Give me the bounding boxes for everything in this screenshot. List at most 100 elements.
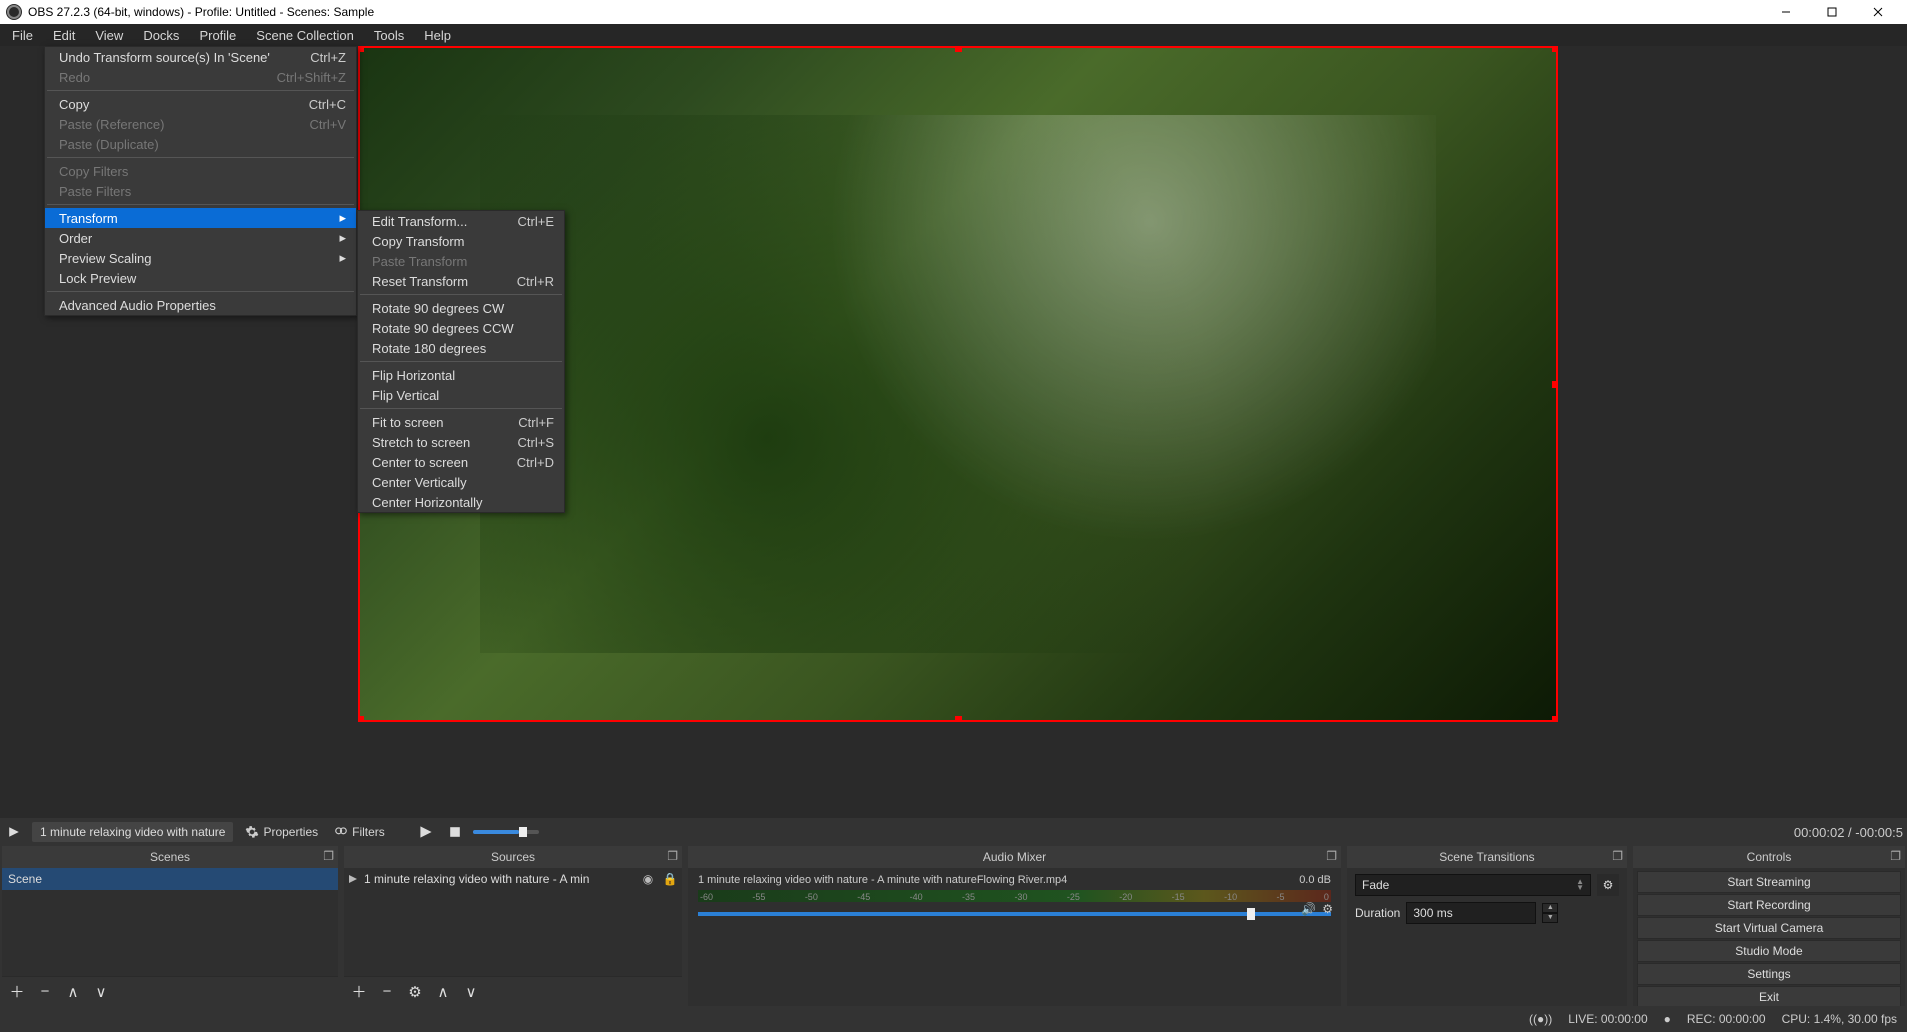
menu-help[interactable]: Help <box>414 24 461 46</box>
start-streaming-button[interactable]: Start Streaming <box>1637 871 1901 893</box>
menu-order[interactable]: Order▸ <box>45 228 356 248</box>
maximize-button[interactable] <box>1809 0 1855 24</box>
media-timecode: 00:00:02 / -00:00:5 <box>1794 825 1903 840</box>
window-title: OBS 27.2.3 (64-bit, windows) - Profile: … <box>28 5 374 19</box>
source-label: 1 minute relaxing video with nature - A … <box>364 872 634 886</box>
duration-label: Duration <box>1355 906 1400 920</box>
popout-icon[interactable]: ❐ <box>1612 849 1623 863</box>
menu-copy-filters: Copy Filters <box>45 161 356 181</box>
scene-row[interactable]: Scene <box>2 868 338 890</box>
speaker-icon[interactable]: 🔊 <box>1301 902 1316 916</box>
menu-stretch-to-screen[interactable]: Stretch to screenCtrl+S <box>358 432 564 452</box>
audio-mixer-dock: Audio Mixer ❐ 1 minute relaxing video wit… <box>688 846 1341 1006</box>
menu-transform[interactable]: Transform▸ <box>45 208 356 228</box>
menu-center-vertically[interactable]: Center Vertically <box>358 472 564 492</box>
properties-button[interactable]: Properties <box>241 825 322 839</box>
audio-meter: -60-55-50-45-40-35-30-25-20-15-10-50 <box>698 890 1331 902</box>
menu-edit[interactable]: Edit <box>43 24 85 46</box>
source-up-button[interactable]: ∧ <box>434 983 452 1001</box>
menu-scene-collection[interactable]: Scene Collection <box>246 24 364 46</box>
mixer-track-name: 1 minute relaxing video with nature - A … <box>698 874 1067 886</box>
menu-flip-vertical[interactable]: Flip Vertical <box>358 385 564 405</box>
menu-edit-transform[interactable]: Edit Transform...Ctrl+E <box>358 211 564 231</box>
transition-type-select[interactable]: Fade ▲▼ <box>1355 874 1591 896</box>
menu-file[interactable]: File <box>2 24 43 46</box>
visibility-toggle-icon[interactable]: ◉ <box>640 872 656 886</box>
popout-icon[interactable]: ❐ <box>667 849 678 863</box>
scene-up-button[interactable]: ∧ <box>64 983 82 1001</box>
menu-copy[interactable]: CopyCtrl+C <box>45 94 356 114</box>
menubar: File Edit View Docks Profile Scene Colle… <box>0 24 1907 46</box>
titlebar: OBS 27.2.3 (64-bit, windows) - Profile: … <box>0 0 1907 24</box>
media-play-icon[interactable] <box>415 825 437 839</box>
transition-settings-button[interactable]: ⚙ <box>1597 874 1619 896</box>
media-play-icon <box>348 874 358 884</box>
menu-advanced-audio[interactable]: Advanced Audio Properties <box>45 295 356 315</box>
remove-scene-button[interactable]: − <box>36 983 54 1000</box>
popout-icon[interactable]: ❐ <box>1890 849 1901 863</box>
menu-preview-scaling[interactable]: Preview Scaling▸ <box>45 248 356 268</box>
menu-docks[interactable]: Docks <box>133 24 189 46</box>
sources-title: Sources <box>491 850 535 864</box>
source-down-button[interactable]: ∨ <box>462 983 480 1001</box>
play-source-icon[interactable] <box>4 826 24 838</box>
menu-reset-transform[interactable]: Reset TransformCtrl+R <box>358 271 564 291</box>
mixer-db-value: 0.0 dB <box>1299 874 1331 886</box>
duration-spin-buttons[interactable]: ▲▼ <box>1542 903 1558 923</box>
media-stop-icon[interactable] <box>445 826 465 838</box>
controls-dock: Controls ❐ Start Streaming Start Recordin… <box>1633 846 1905 1006</box>
minimize-button[interactable] <box>1763 0 1809 24</box>
statusbar: ((●)) LIVE: 00:00:00 ● REC: 00:00:00 CPU… <box>0 1006 1907 1032</box>
source-settings-button[interactable]: ⚙ <box>406 983 424 1001</box>
exit-button[interactable]: Exit <box>1637 986 1901 1006</box>
lock-toggle-icon[interactable]: 🔒 <box>662 872 678 886</box>
transitions-title: Scene Transitions <box>1439 850 1534 864</box>
menu-rotate-180[interactable]: Rotate 180 degrees <box>358 338 564 358</box>
menu-fit-to-screen[interactable]: Fit to screenCtrl+F <box>358 412 564 432</box>
close-button[interactable] <box>1855 0 1901 24</box>
start-recording-button[interactable]: Start Recording <box>1637 894 1901 916</box>
volume-slider[interactable] <box>698 912 1331 916</box>
track-settings-icon[interactable]: ⚙ <box>1322 902 1333 916</box>
menu-tools[interactable]: Tools <box>364 24 414 46</box>
mixer-track: 1 minute relaxing video with nature - A … <box>688 868 1341 916</box>
popout-icon[interactable]: ❐ <box>1326 849 1337 863</box>
add-source-button[interactable]: ＋ <box>350 981 368 1002</box>
menu-view[interactable]: View <box>85 24 133 46</box>
selected-source-label: 1 minute relaxing video with nature <box>32 822 233 842</box>
remove-source-button[interactable]: − <box>378 983 396 1000</box>
mixer-title: Audio Mixer <box>983 850 1046 864</box>
sources-dock: Sources ❐ 1 minute relaxing video with na… <box>344 846 682 1006</box>
record-icon: ● <box>1664 1012 1671 1026</box>
media-position-slider[interactable] <box>473 830 539 834</box>
edit-menu-dropdown: Undo Transform source(s) In 'Scene'Ctrl+… <box>44 46 357 316</box>
popout-icon[interactable]: ❐ <box>323 849 334 863</box>
menu-rotate-90-cw[interactable]: Rotate 90 degrees CW <box>358 298 564 318</box>
menu-center-to-screen[interactable]: Center to screenCtrl+D <box>358 452 564 472</box>
transform-submenu: Edit Transform...Ctrl+E Copy Transform P… <box>357 210 565 513</box>
source-row[interactable]: 1 minute relaxing video with nature - A … <box>344 868 682 890</box>
menu-rotate-90-ccw[interactable]: Rotate 90 degrees CCW <box>358 318 564 338</box>
menu-flip-horizontal[interactable]: Flip Horizontal <box>358 365 564 385</box>
start-virtual-camera-button[interactable]: Start Virtual Camera <box>1637 917 1901 939</box>
studio-mode-button[interactable]: Studio Mode <box>1637 940 1901 962</box>
menu-copy-transform[interactable]: Copy Transform <box>358 231 564 251</box>
menu-paste-transform: Paste Transform <box>358 251 564 271</box>
status-cpu: CPU: 1.4%, 30.00 fps <box>1782 1012 1897 1026</box>
menu-lock-preview[interactable]: Lock Preview <box>45 268 356 288</box>
controls-title: Controls <box>1747 850 1792 864</box>
menu-profile[interactable]: Profile <box>189 24 246 46</box>
submenu-arrow-icon: ▸ <box>339 250 346 266</box>
filters-button[interactable]: Filters <box>330 825 389 839</box>
status-rec: REC: 00:00:00 <box>1687 1012 1766 1026</box>
duration-input[interactable]: 300 ms <box>1406 902 1536 924</box>
settings-button[interactable]: Settings <box>1637 963 1901 985</box>
scenes-title: Scenes <box>150 850 190 864</box>
menu-paste-filters: Paste Filters <box>45 181 356 201</box>
add-scene-button[interactable]: ＋ <box>8 981 26 1002</box>
scene-down-button[interactable]: ∨ <box>92 983 110 1001</box>
menu-undo[interactable]: Undo Transform source(s) In 'Scene'Ctrl+… <box>45 47 356 67</box>
broadcast-icon: ((●)) <box>1529 1012 1552 1026</box>
obs-logo-icon <box>6 4 22 20</box>
menu-center-horizontally[interactable]: Center Horizontally <box>358 492 564 512</box>
